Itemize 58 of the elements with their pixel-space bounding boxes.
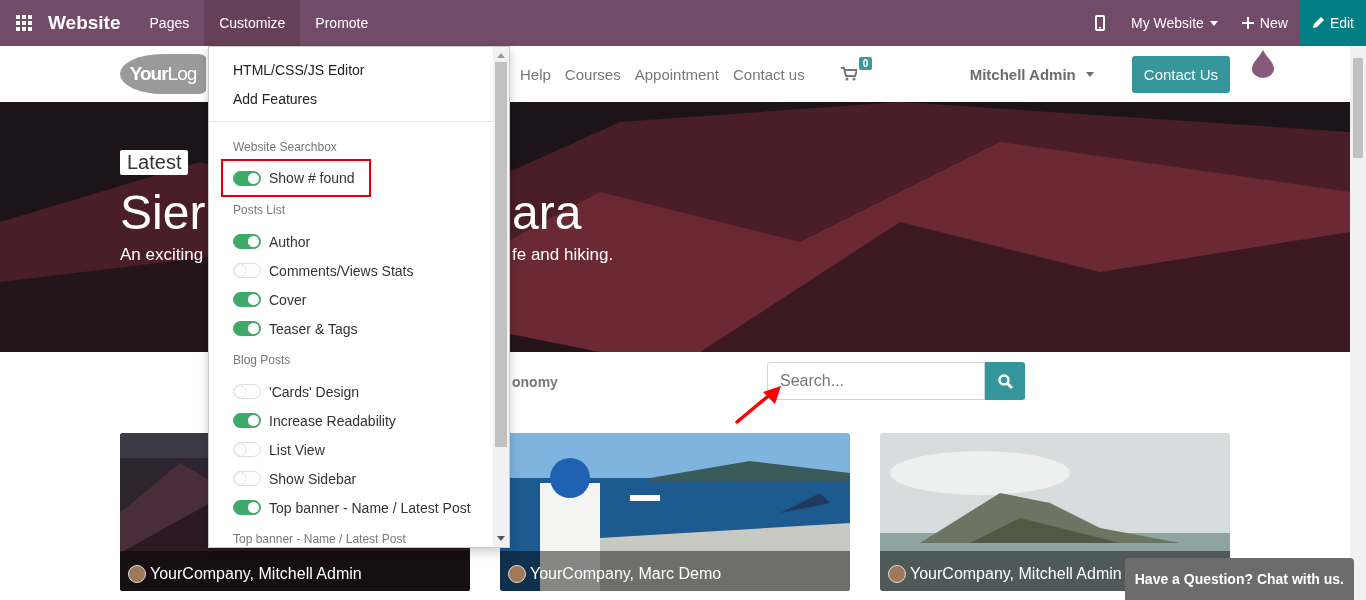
option-label[interactable]: Show Sidebar: [269, 470, 357, 487]
toggle-switch[interactable]: [233, 292, 261, 307]
menu-section-header: Top banner - Name / Latest Post: [232, 531, 407, 547]
apps-grid-icon[interactable]: [16, 15, 32, 31]
option-label[interactable]: Increase Readability: [269, 412, 396, 429]
search-icon: [997, 373, 1013, 389]
top-menu-item[interactable]: Pages: [134, 0, 205, 46]
hero-subtitle: fe and hiking.: [512, 245, 614, 265]
scrollbar-thumb[interactable]: [1353, 58, 1363, 158]
app-title: Website: [48, 12, 121, 34]
option-label[interactable]: 'Cards' Design: [269, 383, 360, 400]
menu-section-header: Blog Posts: [232, 352, 292, 369]
option-label[interactable]: Cover: [269, 291, 307, 308]
top-menu-item[interactable]: Customize: [204, 0, 301, 46]
option-label[interactable]: Author: [269, 233, 311, 250]
plus-icon: [1241, 17, 1254, 29]
pencil-icon: [1311, 17, 1324, 29]
chat-button[interactable]: Have a Question? Chat with us.: [1124, 558, 1354, 600]
nav-link[interactable]: Help: [520, 65, 551, 83]
toggle-switch[interactable]: [233, 413, 261, 428]
option-label[interactable]: Top banner - Name / Latest Post: [269, 499, 471, 516]
scroll-down-icon[interactable]: [497, 536, 505, 541]
scrollbar-thumb[interactable]: [495, 62, 507, 447]
blog-category-link[interactable]: onomy: [512, 374, 558, 390]
cart-icon[interactable]: [840, 67, 857, 81]
option-label[interactable]: Show # found: [269, 170, 355, 186]
pointer-arrow: [733, 384, 783, 426]
cart-count-badge: 0: [858, 57, 873, 70]
nav-link[interactable]: Appointment: [634, 65, 719, 83]
scroll-up-icon[interactable]: [497, 53, 505, 58]
toggle-switch[interactable]: [233, 321, 261, 336]
post-author[interactable]: YourCompany, Mitchell Admin: [910, 565, 1122, 583]
caret-icon: [1209, 20, 1218, 26]
toggle-switch[interactable]: [233, 234, 261, 249]
hero-title: ara: [512, 185, 582, 241]
hero-title: Sier: [120, 185, 206, 241]
search-button[interactable]: [985, 362, 1025, 400]
menu-link[interactable]: HTML/CSS/JS Editor: [209, 55, 493, 84]
option-label[interactable]: Teaser & Tags: [269, 320, 358, 337]
nav-link[interactable]: Courses: [564, 65, 621, 83]
caret-icon: [1085, 71, 1094, 77]
latest-badge: Latest: [120, 150, 189, 175]
mobile-preview-icon[interactable]: [1095, 15, 1105, 31]
search-field[interactable]: Search...: [767, 362, 985, 400]
menu-link[interactable]: Add Features: [209, 84, 493, 113]
option-label[interactable]: Comments/Views Stats: [269, 262, 414, 279]
top-menu-item[interactable]: Promote: [300, 0, 384, 46]
toggle-switch[interactable]: [233, 500, 261, 515]
website-switcher[interactable]: My Website: [1119, 0, 1230, 46]
menu-section-header: Website Searchbox: [232, 139, 338, 156]
option-label[interactable]: List View: [269, 441, 325, 458]
hero-subtitle: An exciting: [120, 245, 204, 265]
toggle-switch[interactable]: [233, 170, 261, 186]
user-menu[interactable]: Mitchell Admin: [963, 64, 1100, 84]
new-button[interactable]: New: [1229, 0, 1300, 46]
nav-link[interactable]: Contact us: [732, 65, 805, 83]
menu-section-header: Posts List: [232, 202, 287, 219]
edit-button[interactable]: Edit: [1299, 0, 1366, 46]
